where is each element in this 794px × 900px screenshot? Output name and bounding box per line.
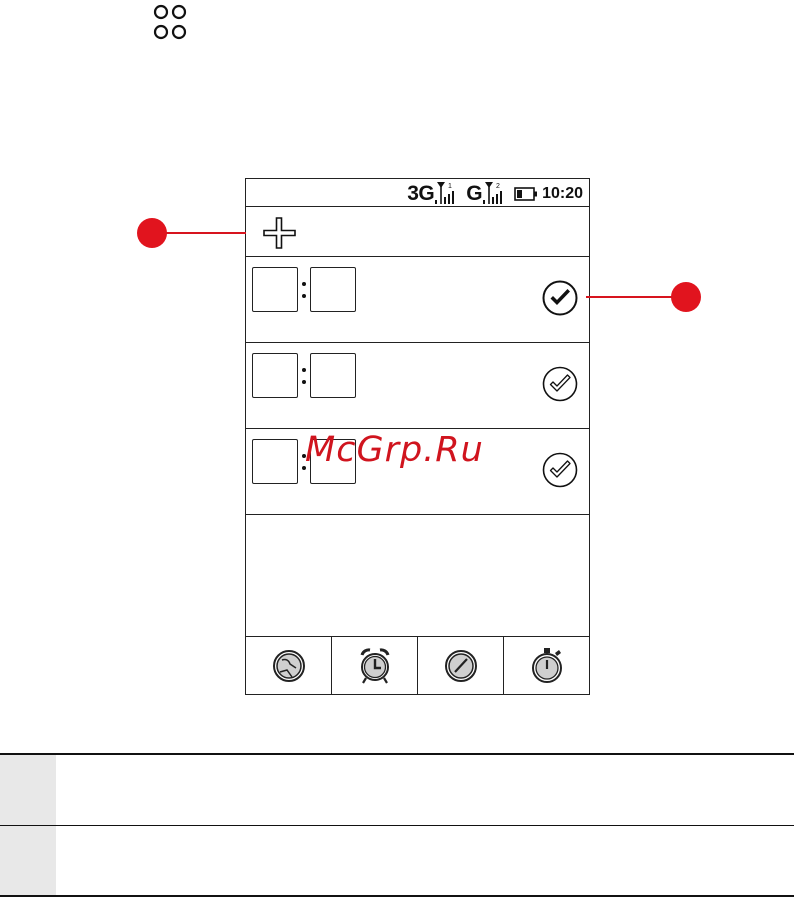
- legend-number-cell: [0, 755, 56, 825]
- network-type-1: 3G: [407, 182, 435, 205]
- check-outline-icon[interactable]: [541, 365, 579, 403]
- tab-alarm[interactable]: [332, 637, 418, 694]
- watermark: McGrp.Ru: [305, 430, 484, 470]
- network-type-2: G: [466, 182, 483, 205]
- callout-marker-2: [671, 282, 701, 312]
- hour-box: [252, 267, 298, 312]
- legend-number-cell: [0, 826, 56, 895]
- battery-icon: [514, 187, 538, 201]
- hour-box: [252, 353, 298, 398]
- sim-index-1: 1: [448, 183, 452, 190]
- status-icons: 3G 1 G 2 10:20: [407, 181, 583, 205]
- legend-table: [0, 753, 794, 899]
- toolbar: [246, 207, 589, 257]
- timer-icon: [444, 649, 477, 682]
- check-filled-icon[interactable]: [541, 279, 579, 317]
- callout-line-2: [586, 296, 672, 298]
- legend-row: [0, 753, 794, 826]
- alarm-item[interactable]: [246, 343, 589, 429]
- legend-row: [0, 826, 794, 897]
- sim-index-2: 2: [496, 183, 500, 190]
- signal-icon: 2: [483, 182, 503, 204]
- time-colon: [302, 282, 306, 298]
- world-clock-icon: [272, 649, 305, 682]
- callout-marker-1: [137, 218, 167, 248]
- tab-timer[interactable]: [418, 637, 504, 694]
- bottom-tab-bar: [246, 636, 589, 694]
- time-colon: [302, 368, 306, 384]
- signal-icon: 1: [435, 182, 455, 204]
- alarm-item[interactable]: [246, 257, 589, 343]
- status-time: 10:20: [542, 185, 583, 202]
- callout-line-1: [166, 232, 246, 234]
- minute-box: [310, 267, 356, 312]
- plus-icon[interactable]: [262, 216, 298, 250]
- status-bar: 3G 1 G 2 10:20: [246, 179, 589, 207]
- stopwatch-icon: [531, 647, 562, 683]
- four-circles-menu-icon: [153, 4, 187, 40]
- tab-world-clock[interactable]: [246, 637, 332, 694]
- check-outline-icon[interactable]: [541, 451, 579, 489]
- hour-box: [252, 439, 298, 484]
- tab-stopwatch[interactable]: [504, 637, 589, 694]
- minute-box: [310, 353, 356, 398]
- alarm-clock-icon: [360, 647, 389, 684]
